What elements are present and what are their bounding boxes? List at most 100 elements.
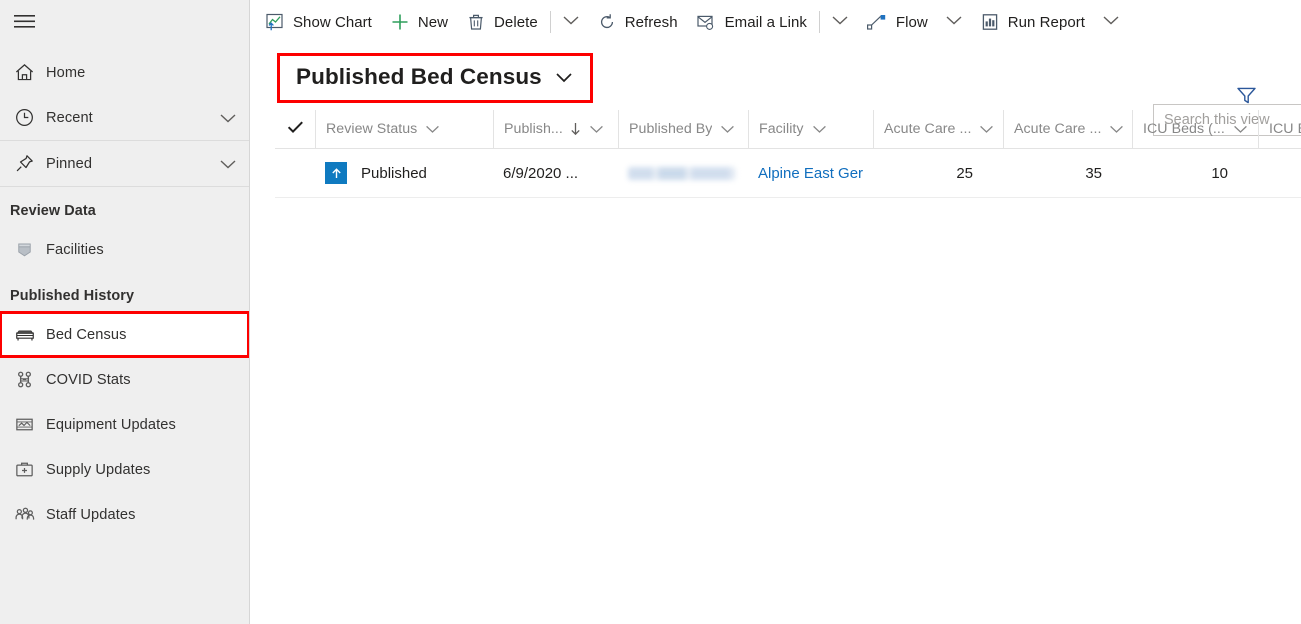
sidebar-item-supply-updates[interactable]: Supply Updates bbox=[0, 447, 249, 492]
home-icon bbox=[14, 62, 40, 83]
delete-label: Delete bbox=[494, 13, 538, 31]
sidebar-item-label: Recent bbox=[46, 109, 93, 126]
sidebar-item-recent[interactable]: Recent bbox=[0, 95, 249, 140]
hamburger-icon bbox=[14, 14, 36, 30]
chevron-down-icon bbox=[425, 124, 440, 134]
chevron-down-icon bbox=[812, 124, 827, 134]
sidebar-item-label: Bed Census bbox=[46, 326, 127, 343]
chevron-down-icon bbox=[1233, 124, 1248, 134]
run-report-icon bbox=[980, 12, 1000, 32]
app-window: Home Recent Pinned Review Data Facilitie… bbox=[0, 0, 1301, 624]
new-label: New bbox=[417, 13, 449, 31]
chevron-down-icon[interactable] bbox=[219, 158, 237, 170]
flow-icon bbox=[866, 12, 888, 32]
email-overflow-caret[interactable] bbox=[823, 0, 857, 44]
column-header-facility[interactable]: Facility bbox=[748, 110, 873, 148]
email-a-link-button[interactable]: Email a Link bbox=[687, 0, 816, 44]
main-content: Show Chart New Delete Refresh Email a Li… bbox=[250, 0, 1301, 624]
flow-caret[interactable] bbox=[937, 0, 971, 44]
flow-label: Flow bbox=[895, 13, 928, 31]
cell-icu-beds-2 bbox=[1258, 149, 1301, 197]
trash-icon bbox=[466, 12, 486, 32]
data-grid: Review Status Publish... Published By Fa… bbox=[275, 110, 1301, 198]
chevron-down-icon bbox=[945, 13, 963, 31]
facility-link[interactable]: Alpine East Ger bbox=[758, 165, 863, 182]
chevron-down-icon bbox=[831, 13, 849, 31]
sidebar-item-staff-updates[interactable]: Staff Updates bbox=[0, 492, 249, 537]
command-divider bbox=[549, 11, 551, 33]
sidebar-item-equipment-updates[interactable]: Equipment Updates bbox=[0, 402, 249, 447]
select-all-checkbox[interactable] bbox=[275, 120, 315, 139]
status-badge-label: Published bbox=[361, 164, 427, 182]
published-up-arrow-icon bbox=[325, 162, 347, 184]
show-chart-button[interactable]: Show Chart bbox=[256, 0, 381, 44]
sidebar-item-bed-census[interactable]: Bed Census bbox=[0, 311, 249, 358]
chevron-down-icon bbox=[1109, 124, 1124, 134]
refresh-icon bbox=[597, 12, 617, 32]
equipment-icon bbox=[14, 414, 40, 435]
cell-acute-care-1: 25 bbox=[956, 164, 973, 182]
column-header-review-status[interactable]: Review Status bbox=[315, 110, 493, 148]
redacted-value bbox=[628, 166, 736, 180]
cell-acute-care-2: 35 bbox=[1085, 164, 1102, 182]
sidebar-item-label: Home bbox=[46, 64, 86, 81]
grid-header-row: Review Status Publish... Published By Fa… bbox=[275, 110, 1301, 149]
database-icon bbox=[14, 239, 40, 260]
run-report-button[interactable]: Run Report bbox=[971, 0, 1094, 44]
cell-review-status: Published bbox=[315, 149, 493, 197]
new-button[interactable]: New bbox=[381, 0, 457, 44]
cell-icu-beds-1: 10 bbox=[1211, 164, 1228, 182]
cell-facility[interactable]: Alpine East Ger bbox=[748, 149, 873, 197]
chevron-down-icon bbox=[562, 13, 580, 31]
sidebar-item-home[interactable]: Home bbox=[0, 50, 249, 95]
run-report-caret[interactable] bbox=[1094, 0, 1128, 44]
command-bar: Show Chart New Delete Refresh Email a Li… bbox=[250, 0, 1301, 44]
table-row[interactable]: Published 6/9/2020 ... Alpine East Ger 2… bbox=[275, 149, 1301, 198]
virus-icon bbox=[14, 369, 40, 390]
column-header-icu-beds-2[interactable]: ICU Be bbox=[1258, 110, 1301, 148]
chevron-down-icon bbox=[979, 124, 994, 134]
column-header-published-on[interactable]: Publish... bbox=[493, 110, 618, 148]
chevron-down-icon[interactable] bbox=[219, 112, 237, 124]
page-title: Published Bed Census bbox=[296, 64, 542, 89]
show-chart-label: Show Chart bbox=[293, 13, 372, 31]
sidebar-item-label: Equipment Updates bbox=[46, 416, 176, 433]
bed-icon bbox=[14, 324, 40, 345]
delete-button[interactable]: Delete bbox=[457, 0, 547, 44]
clock-icon bbox=[14, 107, 40, 128]
chevron-down-icon bbox=[554, 70, 574, 84]
view-selector[interactable]: Published Bed Census bbox=[277, 53, 593, 103]
run-report-label: Run Report bbox=[1007, 13, 1085, 31]
column-header-icu-beds-1[interactable]: ICU Beds (... bbox=[1132, 110, 1258, 148]
chevron-down-icon bbox=[589, 124, 604, 134]
sidebar-item-covid-stats[interactable]: COVID Stats bbox=[0, 357, 249, 402]
sidebar-group-header-review-data: Review Data bbox=[10, 203, 96, 219]
staff-icon bbox=[14, 504, 40, 525]
show-chart-icon bbox=[265, 12, 285, 32]
checkmark-icon bbox=[287, 120, 304, 139]
sidebar-item-pinned[interactable]: Pinned bbox=[0, 141, 249, 186]
hamburger-menu-button[interactable] bbox=[0, 0, 249, 44]
sidebar-item-label: Supply Updates bbox=[46, 461, 151, 478]
email-a-link-label: Email a Link bbox=[724, 13, 807, 31]
view-bar: Published Bed Census Search this view bbox=[250, 44, 1301, 136]
column-header-acute-care-1[interactable]: Acute Care ... bbox=[873, 110, 1003, 148]
plus-icon bbox=[390, 12, 410, 32]
sidebar: Home Recent Pinned Review Data Facilitie… bbox=[0, 0, 250, 624]
sidebar-group-header-published-history: Published History bbox=[10, 288, 135, 304]
sidebar-item-facilities[interactable]: Facilities bbox=[0, 227, 249, 272]
cell-published-by bbox=[618, 149, 748, 197]
sidebar-item-label: COVID Stats bbox=[46, 371, 131, 388]
refresh-button[interactable]: Refresh bbox=[588, 0, 687, 44]
delete-overflow-caret[interactable] bbox=[554, 0, 588, 44]
supply-icon bbox=[14, 459, 40, 480]
pin-icon bbox=[14, 153, 40, 174]
cell-published-on: 6/9/2020 ... bbox=[503, 164, 579, 182]
column-header-published-by[interactable]: Published By bbox=[618, 110, 748, 148]
column-header-acute-care-2[interactable]: Acute Care ... bbox=[1003, 110, 1132, 148]
flow-button[interactable]: Flow bbox=[857, 0, 937, 44]
chevron-down-icon bbox=[720, 124, 735, 134]
email-link-icon bbox=[696, 12, 717, 32]
sort-descending-icon bbox=[570, 122, 581, 136]
sidebar-item-label: Facilities bbox=[46, 241, 104, 258]
